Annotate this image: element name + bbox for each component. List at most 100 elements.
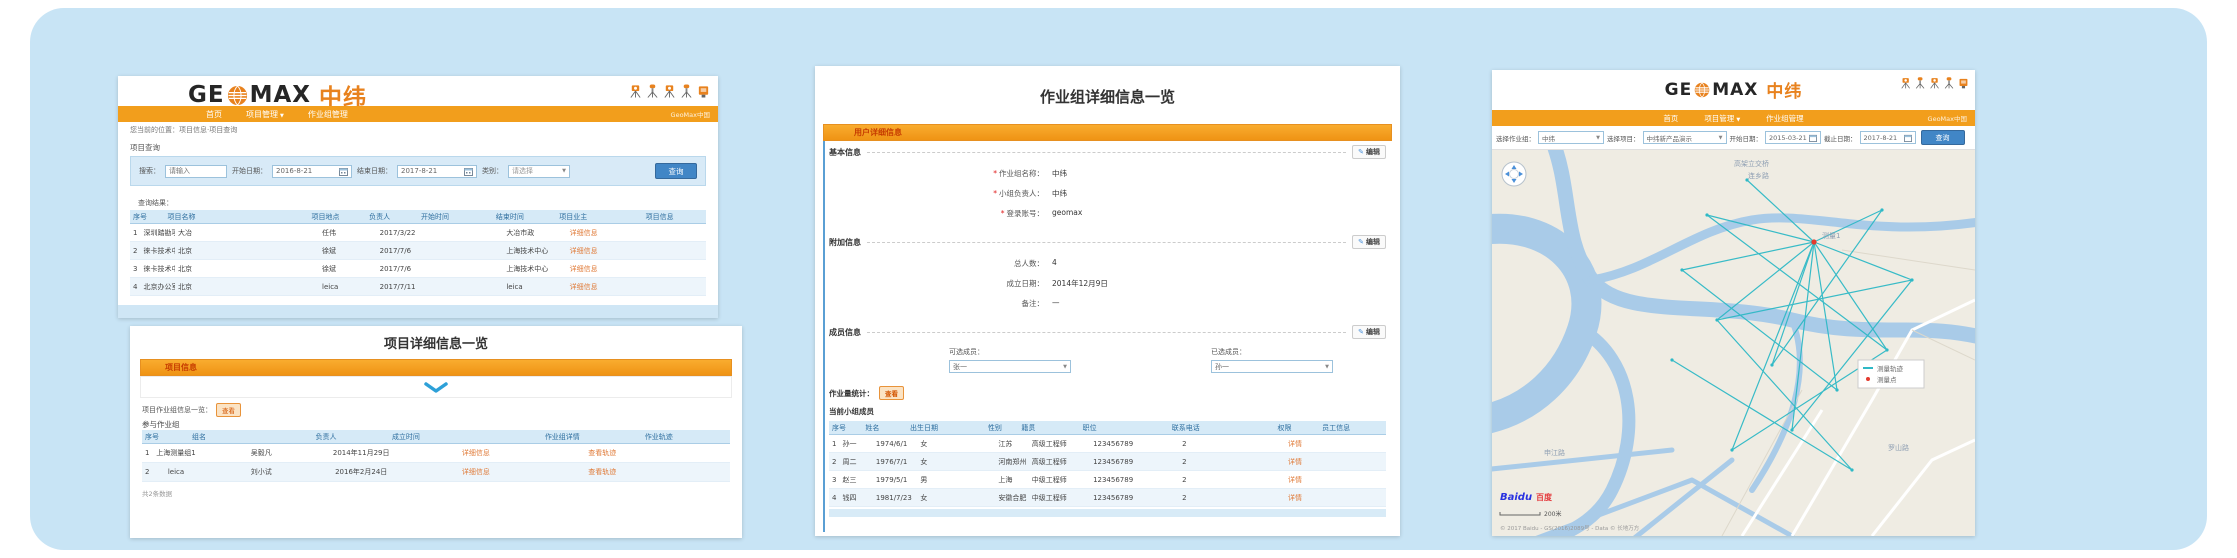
form-field: 备注： —: [829, 298, 1386, 309]
background-canvas: GE MAX 中纬 首页 项目管理▼ 作业组管理 GeoMax中国 您当前的位置…: [30, 8, 2207, 550]
calendar-icon: [464, 167, 473, 176]
nav-item-workgroup-mgmt[interactable]: 作业组管理: [308, 109, 348, 120]
column-header: 项目名称: [165, 212, 309, 222]
map-place-label: 连乡路: [1748, 171, 1769, 180]
column-header: 开始时间: [418, 212, 493, 222]
workgroup-detail-link[interactable]: 详细信息: [462, 467, 490, 477]
surveying-instrument-icon: [697, 83, 710, 99]
employee-detail-link[interactable]: 详情: [1288, 440, 1302, 448]
project-detail-link[interactable]: 详细信息: [570, 247, 598, 255]
chevron-down-icon: ▼: [1719, 135, 1723, 141]
start-date-input[interactable]: 2015-03-21: [1765, 131, 1821, 144]
project-select[interactable]: 中纬新产品演示▼: [1643, 131, 1727, 144]
start-date-label: 开始日期：: [232, 166, 267, 176]
current-members-label: 当前小组成员: [829, 406, 1386, 417]
table-row: 2徕卡技术中心测试 北京徐斌 2017/7/6 上海技术中心 详细信息: [130, 242, 706, 260]
page-title: 项目详细信息一览: [130, 333, 742, 352]
start-date-input[interactable]: 2016-8-21: [272, 165, 352, 178]
nav-item-home[interactable]: 首页: [1663, 113, 1678, 124]
employee-detail-link[interactable]: 详情: [1288, 458, 1302, 466]
column-header: 姓名: [862, 423, 907, 433]
table-row: 4北京办公室 北京leica 2017/7/11 leica 详细信息: [130, 278, 706, 296]
group-select-label: 选择作业组：: [1496, 133, 1535, 143]
baidu-logo: Baidu 百度: [1500, 492, 1553, 503]
map-canvas[interactable]: 测量1 高架立交桥 连乡路 申江路 罗山路: [1492, 150, 1975, 536]
nav-item-home[interactable]: 首页: [206, 109, 222, 120]
expand-collapse-band[interactable]: [140, 376, 732, 398]
nav-item-project-mgmt[interactable]: 项目管理▼: [1704, 113, 1740, 124]
available-members-select[interactable]: 张一 ▼: [949, 360, 1071, 373]
workload-row: 作业量统计： 查看: [829, 386, 1386, 400]
calendar-icon: [1809, 134, 1817, 142]
view-workgroups-button[interactable]: 查看: [216, 403, 241, 417]
table-header-row: 序号姓名出生日期性别籍贯职位联系电话权限员工信息: [829, 421, 1386, 435]
surveying-instrument-icon: [680, 83, 693, 99]
table-row: 3赵三 1979/5/1男 上海中级工程师 1234567892 详情: [829, 471, 1386, 489]
workgroup-select[interactable]: 中纬▼: [1538, 131, 1604, 144]
employee-detail-link[interactable]: 详情: [1288, 476, 1302, 484]
survey-marker[interactable]: [1811, 239, 1816, 244]
project-select-label: 选择项目：: [1607, 133, 1640, 143]
chevron-down-icon: ▼: [1596, 135, 1600, 141]
edit-members-button[interactable]: ✎ 编辑: [1352, 325, 1386, 339]
start-date-label: 开始日期：: [1730, 133, 1763, 143]
nav-item-project-mgmt[interactable]: 项目管理▼: [246, 109, 284, 120]
column-header: 作业轨迹: [642, 432, 730, 442]
column-header: 出生日期: [907, 423, 985, 433]
employee-detail-link[interactable]: 详情: [1288, 494, 1302, 502]
column-header: 成立时间: [389, 432, 542, 442]
end-date-input[interactable]: 2017-8-21: [397, 165, 477, 178]
column-header: 项目业主: [556, 212, 642, 222]
edit-extra-button[interactable]: ✎ 编辑: [1352, 235, 1386, 249]
column-header: 结束时间: [493, 212, 556, 222]
chevron-down-icon: ▼: [1736, 117, 1740, 123]
project-detail-link[interactable]: 详细信息: [570, 283, 598, 291]
map-pan-compass-icon[interactable]: [1502, 162, 1526, 186]
project-detail-link[interactable]: 详细信息: [570, 229, 598, 237]
table-header-row: 序号项目名称项目地点负责人开始时间结束时间项目业主项目信息: [130, 210, 706, 224]
map-filter-form: 选择作业组： 中纬▼ 选择项目： 中纬新产品演示▼ 开始日期： 2015-03-…: [1492, 126, 1975, 150]
chevron-down-icon: [423, 382, 449, 393]
edit-basic-button[interactable]: ✎ 编辑: [1352, 145, 1386, 159]
user-detail-bar: 用户详细信息: [823, 124, 1392, 141]
view-track-link[interactable]: 查看轨迹: [588, 467, 616, 477]
survey-marker-label: 测量1: [1822, 232, 1840, 240]
column-header: 作业组详情: [542, 432, 642, 442]
column-header: 组名: [189, 432, 312, 442]
table-row: 1深圳踏勘项目 大冶任伟 2017/3/22 大冶市政 详细信息: [130, 224, 706, 242]
column-header: 序号: [130, 212, 165, 222]
column-header: 籍贯: [1018, 423, 1079, 433]
nav-item-workgroup-mgmt[interactable]: 作业组管理: [1766, 113, 1804, 124]
category-select[interactable]: 请选择 ▼: [508, 165, 570, 178]
end-date-label: 结束日期：: [357, 166, 392, 176]
view-track-link[interactable]: 查看轨迹: [588, 448, 616, 458]
surveying-instrument-icon: [1958, 76, 1969, 90]
project-detail-link[interactable]: 详细信息: [570, 265, 598, 273]
members-table: 序号姓名出生日期性别籍贯职位联系电话权限员工信息 1孙一 1974/6/1女 江…: [829, 421, 1386, 507]
end-date-input[interactable]: 2017-8-21: [1860, 131, 1916, 144]
instrument-icon-row: [1900, 76, 1969, 90]
extra-info-section-header: 附加信息 ✎ 编辑: [829, 235, 1386, 249]
map-legend: 测量轨迹 测量点: [1858, 360, 1924, 388]
legend-item: 测量点: [1877, 376, 1897, 384]
keyword-input[interactable]: [165, 165, 227, 178]
projects-table: 序号项目名称项目地点负责人开始时间结束时间项目业主项目信息 1深圳踏勘项目 大冶…: [130, 210, 706, 296]
end-date-label: 截止日期：: [1824, 133, 1857, 143]
table-row: 2leica 刘小试2016年2月24日 详细信息 查看轨迹: [142, 463, 730, 482]
member-selects-row: 可选成员： 张一 ▼ 已选成员： 孙一 ▼: [829, 347, 1386, 373]
workgroup-detail-link[interactable]: 详细信息: [462, 448, 490, 458]
table-header-row: 序号组名负责人成立时间作业组详情作业轨迹: [142, 430, 730, 444]
map-search-button[interactable]: 查询: [1921, 130, 1965, 145]
workgroup-detail-window: 作业组详细信息一览 用户详细信息 基本信息 ✎ 编辑 *作业组名称： 中纬: [815, 66, 1400, 536]
chosen-members-select[interactable]: 孙一 ▼: [1211, 360, 1333, 373]
project-info-bar: 项目信息: [140, 359, 732, 376]
column-header: 员工信息: [1319, 423, 1386, 433]
logo-text-cn: 中纬: [1766, 77, 1802, 102]
table-footer-strip: [118, 305, 718, 318]
form-field: *作业组名称： 中纬: [829, 168, 1386, 179]
table-row: 3徕卡技术中心测试 北京徐斌 2017/7/6 上海技术中心 详细信息: [130, 260, 706, 278]
search-button[interactable]: 查询: [655, 163, 697, 179]
basic-info-section-header: 基本信息 ✎ 编辑: [829, 145, 1386, 159]
view-workload-button[interactable]: 查看: [879, 386, 904, 400]
surveying-instrument-icon: [646, 83, 659, 99]
